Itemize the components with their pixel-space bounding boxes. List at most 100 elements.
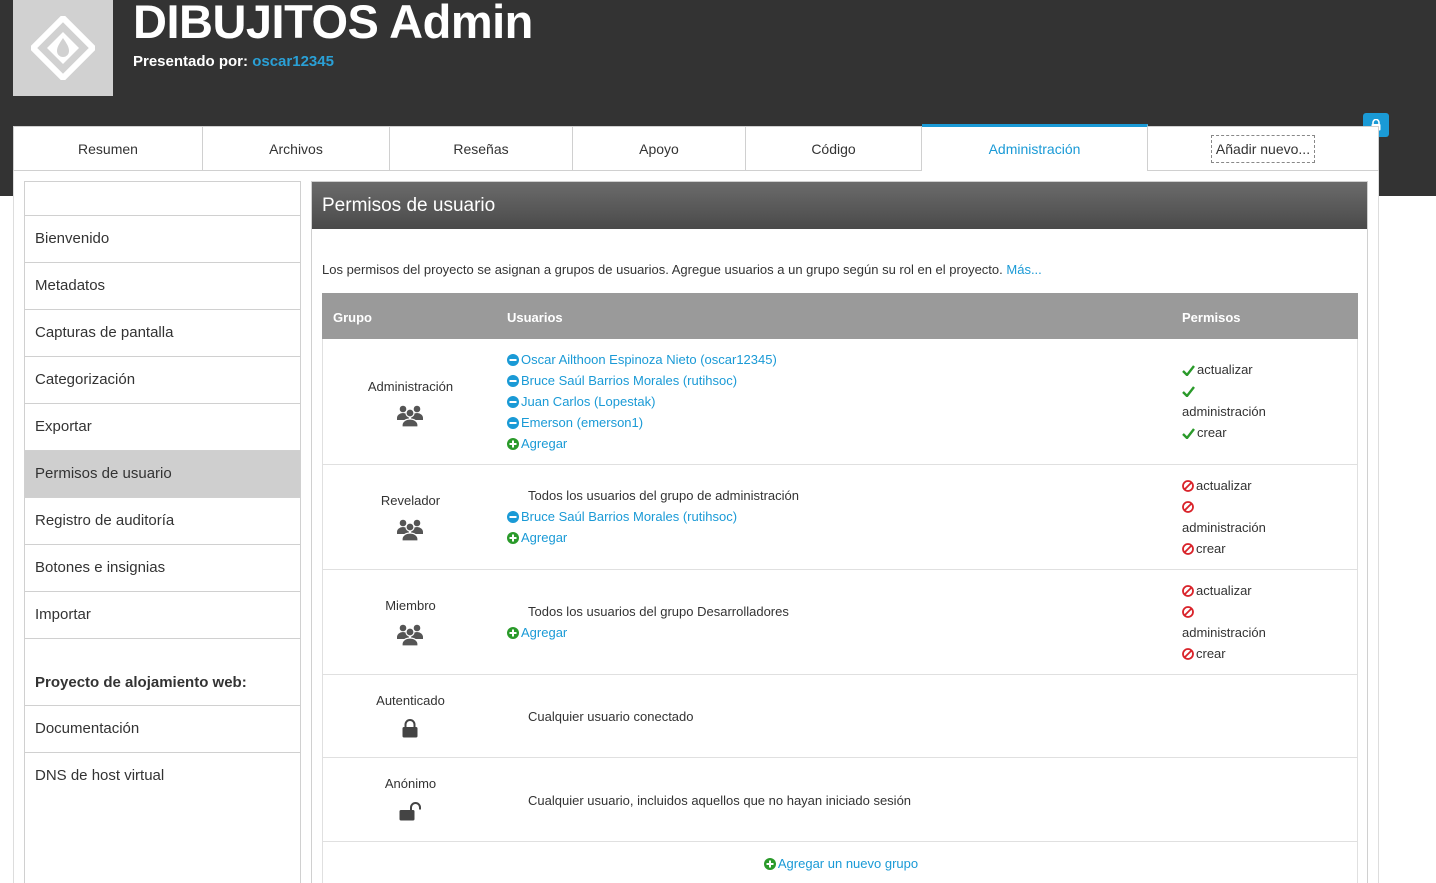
add-circle-icon: [763, 858, 776, 870]
sidebar-item-dns[interactable]: DNS de host virtual: [25, 753, 300, 800]
add-circle-icon: [507, 627, 519, 639]
remove-user-icon[interactable]: [507, 354, 519, 366]
tab-resenas[interactable]: Reseñas: [390, 127, 573, 171]
check-icon: [1182, 386, 1195, 397]
sidebar-item-botones[interactable]: Botones e insignias: [25, 545, 300, 592]
table-row: Miembro Todos los usuarios del grupo Des…: [322, 570, 1358, 675]
sidebar-item-permisos[interactable]: Permisos de usuario: [25, 451, 300, 498]
users-group-icon: [397, 405, 423, 427]
column-header-perms: Permisos: [1182, 310, 1241, 325]
group-name: Autenticado: [376, 693, 445, 708]
admin-sidebar: Bienvenido Metadatos Capturas de pantall…: [24, 181, 301, 883]
group-users: Todos los usuarios del grupo de administ…: [507, 485, 799, 548]
logo-diamond-icon: [31, 16, 95, 80]
denied-icon: [1182, 501, 1194, 513]
table-row: Autenticado Cualquier usuario conectado: [322, 675, 1358, 758]
users-group-icon: [397, 519, 423, 541]
perm-create: crear: [1182, 422, 1302, 443]
tab-archivos[interactable]: Archivos: [203, 127, 390, 171]
group-user-name: Bruce Saúl Barrios Morales (rutihsoc): [521, 373, 738, 388]
tab-add-new: Añadir nuevo...: [1148, 127, 1378, 171]
check-icon: [1182, 428, 1195, 439]
group-user-link[interactable]: Oscar Ailthoon Espinoza Nieto (oscar1234…: [507, 349, 777, 370]
perm-label: administración: [1182, 404, 1266, 419]
sidebar-section-heading: Proyecto de alojamiento web:: [25, 639, 300, 706]
perm-label: crear: [1196, 541, 1226, 556]
add-group-row: Agregar un nuevo grupo: [322, 842, 1358, 883]
add-user-label: Agregar: [521, 625, 568, 640]
group-user-link[interactable]: Bruce Saúl Barrios Morales (rutihsoc): [507, 370, 777, 391]
perm-create: crear: [1182, 643, 1302, 664]
page-title: Permisos de usuario: [312, 182, 1367, 229]
check-icon: [1182, 365, 1195, 376]
group-name: Miembro: [385, 598, 436, 613]
perm-update: actualizar: [1182, 475, 1302, 496]
project-byline: Presentado por: oscar12345: [133, 53, 334, 70]
sidebar-item-documentacion[interactable]: Documentación: [25, 706, 300, 753]
group-user-link[interactable]: Emerson (emerson1): [507, 412, 777, 433]
group-name: Revelador: [380, 493, 441, 508]
project-logo: [13, 0, 113, 96]
tab-apoyo[interactable]: Apoyo: [573, 127, 746, 171]
sidebar-item-metadatos[interactable]: Metadatos: [25, 263, 300, 310]
denied-icon: [1182, 543, 1194, 555]
group-permissions: actualizar administración crear: [1182, 580, 1302, 664]
column-header-users: Usuarios: [507, 310, 563, 325]
perm-create: crear: [1182, 538, 1302, 559]
sidebar-item-exportar[interactable]: Exportar: [25, 404, 300, 451]
byline-label: Presentado por:: [133, 53, 249, 70]
sidebar-item-importar[interactable]: Importar: [25, 592, 300, 639]
permissions-panel: Permisos de usuario Los permisos del pro…: [311, 181, 1368, 883]
group-note: Todos los usuarios del grupo de administ…: [528, 488, 799, 503]
add-new-button[interactable]: Añadir nuevo...: [1210, 135, 1316, 163]
add-user-link[interactable]: Agregar: [507, 622, 789, 643]
sidebar-item-categorizacion[interactable]: Categorización: [25, 357, 300, 404]
perm-label: crear: [1197, 425, 1227, 440]
intro-body: Los permisos del proyecto se asignan a g…: [322, 262, 1003, 277]
table-header: Grupo Usuarios Permisos: [322, 293, 1358, 339]
remove-user-icon[interactable]: [507, 511, 519, 523]
column-header-group: Grupo: [333, 310, 372, 325]
add-circle-icon: [507, 438, 519, 450]
perm-admin: administración: [1182, 380, 1302, 422]
perm-update: actualizar: [1182, 359, 1302, 380]
add-group-wrap: Agregar un nuevo grupo: [323, 856, 1359, 871]
project-title: DIBUJITOS Admin: [133, 0, 533, 48]
perm-update: actualizar: [1182, 580, 1302, 601]
remove-user-icon[interactable]: [507, 417, 519, 429]
group-users: Oscar Ailthoon Espinoza Nieto (oscar1234…: [507, 349, 777, 454]
group-users: Cualquier usuario conectado: [507, 706, 694, 727]
group-user-name: Oscar Ailthoon Espinoza Nieto (oscar1234…: [521, 352, 777, 367]
denied-icon: [1182, 585, 1194, 597]
sidebar-item-capturas[interactable]: Capturas de pantalla: [25, 310, 300, 357]
perm-label: actualizar: [1196, 478, 1252, 493]
more-link[interactable]: Más...: [1006, 262, 1041, 277]
table-row: Administración Oscar Ailthoon Espinoza N…: [322, 339, 1358, 465]
group-users: Todos los usuarios del grupo Desarrollad…: [507, 601, 789, 643]
group-users: Cualquier usuario, incluidos aquellos qu…: [507, 790, 911, 811]
lock-closed-icon: [402, 719, 418, 738]
add-user-link[interactable]: Agregar: [507, 433, 777, 454]
remove-user-icon[interactable]: [507, 375, 519, 387]
tab-resumen[interactable]: Resumen: [14, 127, 203, 171]
denied-icon: [1182, 648, 1194, 660]
tab-administracion[interactable]: Administración: [922, 124, 1148, 171]
perm-label: actualizar: [1196, 583, 1252, 598]
group-permissions: actualizar administración crear: [1182, 359, 1302, 443]
tab-codigo[interactable]: Código: [746, 127, 922, 171]
remove-user-icon[interactable]: [507, 396, 519, 408]
group-user-name: Bruce Saúl Barrios Morales (rutihsoc): [521, 509, 738, 524]
sidebar-item-registro[interactable]: Registro de auditoría: [25, 498, 300, 545]
add-group-label: Agregar un nuevo grupo: [777, 856, 919, 871]
add-user-link[interactable]: Agregar: [507, 527, 799, 548]
perm-admin: administración: [1182, 496, 1302, 538]
group-note: Todos los usuarios del grupo Desarrollad…: [528, 604, 789, 619]
add-group-button[interactable]: Agregar un nuevo grupo: [763, 856, 919, 871]
perm-label: actualizar: [1197, 362, 1253, 377]
denied-icon: [1182, 606, 1194, 618]
group-user-link[interactable]: Juan Carlos (Lopestak): [507, 391, 777, 412]
group-user-link[interactable]: Bruce Saúl Barrios Morales (rutihsoc): [507, 506, 799, 527]
sidebar-spacer: [25, 182, 300, 216]
byline-user-link[interactable]: oscar12345: [252, 53, 334, 70]
sidebar-item-bienvenido[interactable]: Bienvenido: [25, 216, 300, 263]
